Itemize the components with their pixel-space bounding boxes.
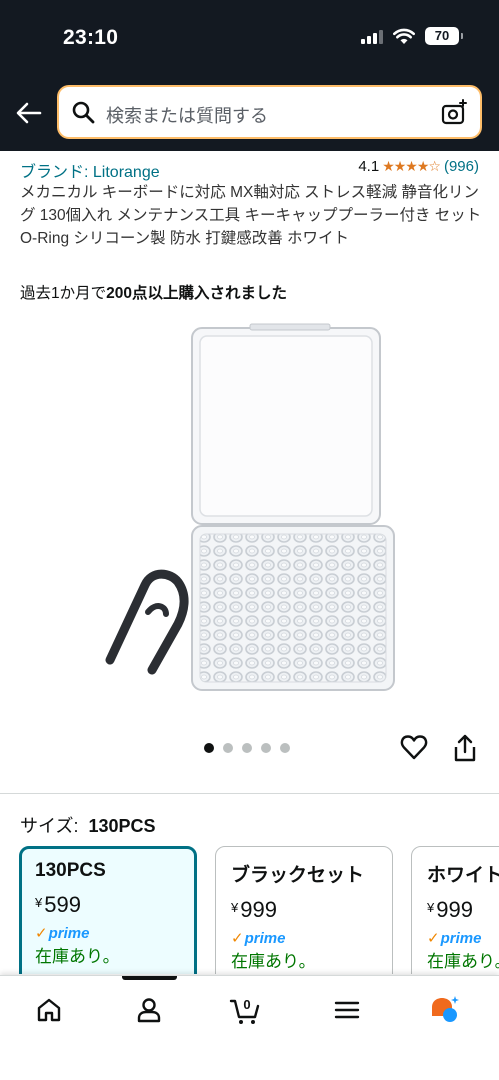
carousel-dot[interactable]	[242, 743, 252, 753]
rating-count[interactable]: (996)	[444, 158, 479, 175]
prime-label: prime	[48, 925, 90, 942]
size-label: サイズ: 130PCS	[20, 812, 156, 838]
cart-icon[interactable]: 0	[228, 993, 262, 1027]
carousel-dot[interactable]	[280, 743, 290, 753]
size-options: 130PCS ¥599 ✓prime 在庫あり。 ブラックセット ¥999 ✓p…	[19, 846, 499, 974]
cart-count: 0	[243, 997, 250, 1012]
wifi-icon	[393, 28, 415, 44]
size-option-white[interactable]: ホワイト ¥999 ✓prime 在庫あり。	[411, 846, 499, 974]
purchase-count: 過去1か月で200点以上購入されました	[20, 281, 287, 303]
rating[interactable]: 4.1 ★★★★☆ (996)	[358, 158, 479, 175]
carousel-dot[interactable]	[204, 743, 214, 753]
purchase-count-prefix: 過去1か月で	[20, 285, 107, 302]
stock-status: 在庫あり。	[231, 952, 316, 971]
bottom-nav: 0	[0, 975, 499, 1080]
size-label-text: サイズ:	[20, 816, 79, 836]
search-bar[interactable]: 検索または質問する	[57, 85, 482, 139]
back-arrow-icon[interactable]	[14, 98, 44, 128]
prime-check-icon: ✓	[427, 930, 440, 947]
purchase-count-bold: 200点以上購入されました	[106, 285, 287, 302]
currency-symbol: ¥	[35, 895, 43, 910]
star-rating-icon: ★★★★☆	[382, 158, 441, 174]
option-price: ¥599	[35, 892, 194, 918]
menu-icon[interactable]	[330, 993, 364, 1027]
prime-label: prime	[440, 930, 482, 947]
heart-icon[interactable]	[400, 733, 428, 761]
rufus-assistant-icon[interactable]	[428, 993, 462, 1027]
option-name: ブラックセット	[231, 865, 365, 886]
image-carousel-dots[interactable]	[204, 743, 290, 753]
currency-symbol: ¥	[427, 900, 435, 915]
prime-check-icon: ✓	[231, 930, 244, 947]
brand-link[interactable]: ブランド: Litorange	[20, 158, 160, 182]
share-icon[interactable]	[452, 733, 478, 763]
carousel-dot[interactable]	[223, 743, 233, 753]
prime-badge: ✓prime	[427, 929, 499, 947]
search-icon	[72, 101, 95, 124]
divider	[0, 793, 499, 794]
prime-badge: ✓prime	[231, 929, 392, 947]
prime-check-icon: ✓	[35, 925, 48, 942]
option-name: 130PCS	[35, 860, 106, 881]
cellular-signal-icon	[361, 28, 383, 44]
currency-symbol: ¥	[231, 900, 239, 915]
size-option-black-set[interactable]: ブラックセット ¥999 ✓prime 在庫あり。	[215, 846, 393, 974]
battery-icon: 70	[425, 27, 463, 45]
active-tab-indicator	[122, 976, 177, 980]
product-image[interactable]	[100, 320, 400, 700]
top-header: 23:10 70 検索または質問する	[0, 0, 499, 151]
option-name: ホワイト	[427, 865, 499, 886]
price-value: 999	[436, 897, 473, 922]
option-price: ¥999	[427, 897, 499, 923]
search-input[interactable]: 検索または質問する	[106, 102, 268, 128]
product-title: メカニカル キーボードに対応 MX軸対応 ストレス軽減 静音化リング 130個入…	[20, 184, 482, 247]
stock-status: 在庫あり。	[35, 947, 120, 966]
carousel-dot[interactable]	[261, 743, 271, 753]
price-value: 999	[240, 897, 277, 922]
prime-badge: ✓prime	[35, 924, 194, 942]
status-icons: 70	[361, 27, 463, 45]
selected-size: 130PCS	[88, 816, 156, 836]
option-price: ¥999	[231, 897, 392, 923]
home-icon[interactable]	[32, 993, 66, 1027]
camera-search-icon[interactable]	[440, 99, 468, 127]
status-time: 23:10	[63, 26, 119, 49]
stock-status: 在庫あり。	[427, 952, 499, 971]
prime-label: prime	[244, 930, 286, 947]
account-icon[interactable]	[132, 993, 166, 1027]
size-option-130pcs[interactable]: 130PCS ¥599 ✓prime 在庫あり。	[19, 846, 197, 974]
rating-value: 4.1	[358, 158, 380, 175]
price-value: 599	[44, 892, 81, 917]
